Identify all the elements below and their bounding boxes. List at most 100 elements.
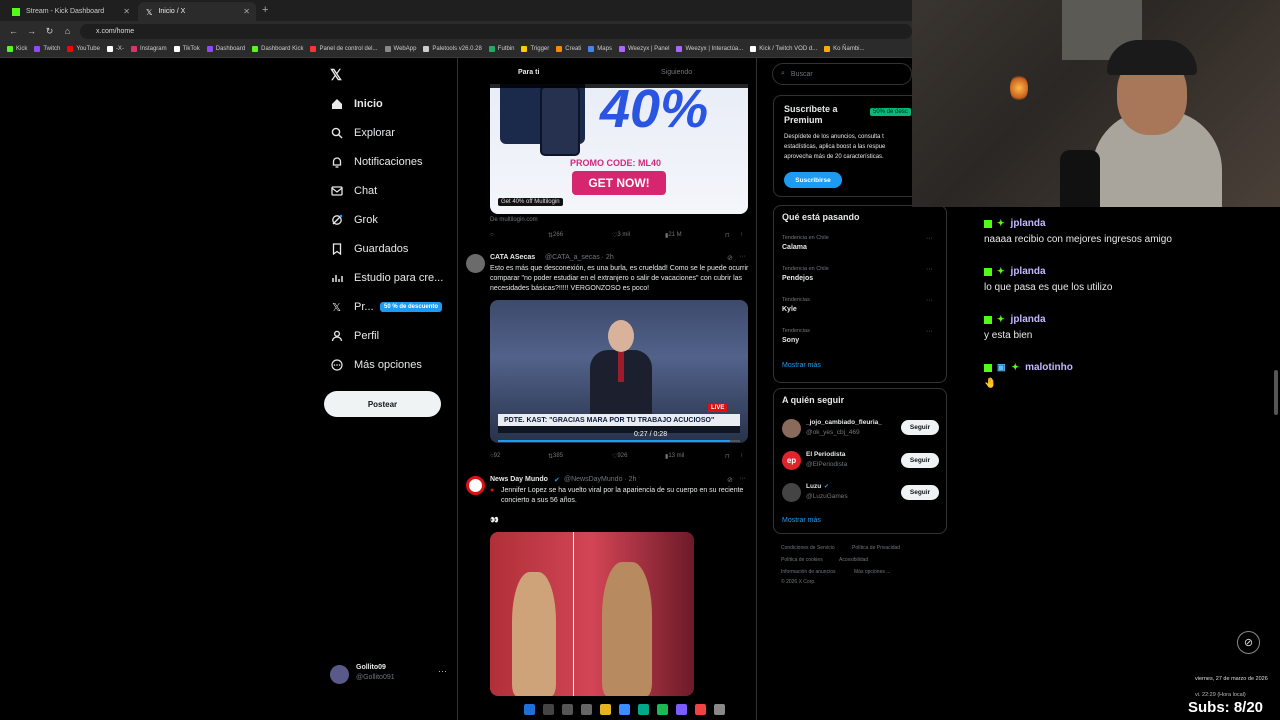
trend-item[interactable]: Calama: [782, 244, 807, 251]
discord-icon[interactable]: [676, 703, 687, 715]
footer-link[interactable]: Condiciones de Servicio: [781, 545, 835, 551]
close-icon[interactable]: ✕: [243, 7, 250, 16]
app-icon[interactable]: [695, 703, 706, 715]
el-periodista-logo-icon[interactable]: ep: [782, 451, 801, 470]
sidebar-item-explorar[interactable]: Explorar: [330, 122, 395, 144]
back-icon[interactable]: ←: [9, 26, 18, 36]
bookmark-item[interactable]: WebApp: [384, 46, 416, 52]
chat-username[interactable]: ✦ jplanda: [984, 266, 1046, 277]
app-icon[interactable]: [619, 703, 630, 715]
home-icon[interactable]: ⌂: [63, 26, 72, 36]
sidebar-item-inicio[interactable]: Inicio: [330, 93, 383, 115]
follow-button[interactable]: Seguir: [901, 420, 939, 435]
bookmark-item[interactable]: Dashboard Kick: [252, 46, 303, 52]
tweet-video[interactable]: LIVE PDTE. KAST: "GRACIAS MARA POR TU TR…: [490, 300, 748, 443]
bookmark-item[interactable]: YouTube: [67, 46, 100, 52]
chat-scrollbar[interactable]: [1274, 370, 1278, 415]
footer-link[interactable]: Política de cookies: [781, 557, 823, 563]
post-button[interactable]: Postear: [324, 391, 441, 417]
settings-icon[interactable]: [562, 703, 573, 715]
url-input[interactable]: x.com/home: [80, 24, 912, 39]
follow-name[interactable]: Luzu: [806, 483, 821, 490]
like-count[interactable]: ♡ 926: [612, 453, 627, 460]
bookmark-icon[interactable]: ⊓: [725, 453, 730, 460]
chat-username[interactable]: ✦ jplanda: [984, 218, 1046, 229]
shield-icon[interactable]: [581, 703, 592, 715]
bookmark-item[interactable]: Maps: [588, 46, 612, 52]
trend-item[interactable]: Kyle: [782, 306, 797, 313]
ad-cta-button[interactable]: GET NOW!: [572, 171, 666, 195]
search-input[interactable]: ⌕ Buscar: [772, 63, 912, 85]
bookmark-item[interactable]: Paletools v26.0.28: [423, 46, 482, 52]
views-count[interactable]: ▮ 21 M: [665, 232, 682, 239]
follow-name[interactable]: El Periodista: [806, 451, 845, 458]
windows-start-icon[interactable]: [524, 703, 535, 715]
bookmark-item[interactable]: Ko Ñambi...: [824, 46, 865, 52]
bookmark-item[interactable]: Trigger: [521, 46, 549, 52]
account-switcher[interactable]: Gollito09 @Gollito091 ···: [330, 662, 450, 686]
folder-icon[interactable]: [600, 703, 611, 715]
like-count[interactable]: ♡ 3 mil: [612, 232, 630, 239]
new-tab-icon[interactable]: +: [262, 4, 268, 16]
subscribe-button[interactable]: Suscribirse: [784, 172, 842, 188]
spotify-icon[interactable]: [657, 703, 668, 715]
bookmark-item[interactable]: TikTok: [173, 46, 200, 52]
x-logo-icon[interactable]: 𝕏: [330, 66, 342, 84]
search-icon[interactable]: [543, 703, 554, 715]
sidebar-item-notificaciones[interactable]: Notificaciones: [330, 151, 422, 173]
retweet-count[interactable]: ⇅ 266: [548, 232, 563, 239]
tab-para-ti[interactable]: Para ti: [518, 69, 539, 76]
tab-inicio-x[interactable]: 𝕏 Inicio / X ✕: [138, 2, 256, 21]
chat-username[interactable]: ▣ ✦ malotinho: [984, 362, 1073, 373]
app-icon[interactable]: [638, 703, 649, 715]
bookmark-item[interactable]: Weezyx | Panel: [618, 46, 669, 52]
follow-button[interactable]: Seguir: [901, 485, 939, 500]
footer-link[interactable]: Política de Privacidad: [852, 545, 900, 551]
video-progress-bar[interactable]: [498, 440, 740, 442]
follow-button[interactable]: Seguir: [901, 453, 939, 468]
views-count[interactable]: ▮ 13 mil: [665, 453, 684, 460]
ad-image[interactable]: 40% PROMO CODE: ML40 GET NOW! Get 40% of…: [490, 84, 748, 214]
avatar[interactable]: [782, 483, 801, 502]
more-icon[interactable]: ···: [926, 297, 933, 304]
more-icon[interactable]: ···: [438, 666, 447, 676]
bookmark-item[interactable]: Weezyx | Interactúa...: [676, 46, 743, 52]
tweet-author-name[interactable]: CATA ASecas: [490, 254, 535, 261]
avatar[interactable]: [466, 254, 485, 273]
more-icon[interactable]: ···: [739, 253, 746, 260]
bookmark-item[interactable]: Kick: [7, 46, 27, 52]
bookmark-item[interactable]: Instagram: [130, 46, 167, 52]
avatar[interactable]: [782, 419, 801, 438]
tab-kick-dashboard[interactable]: Stream - Kick Dashboard ✕: [4, 2, 136, 21]
sidebar-item-grok[interactable]: Grok: [330, 209, 378, 231]
trend-item[interactable]: Sony: [782, 337, 799, 344]
bookmark-item[interactable]: Dashboard: [206, 46, 245, 52]
bookmark-item[interactable]: Panel de control del...: [310, 46, 378, 52]
bookmark-item[interactable]: Creati: [556, 46, 581, 52]
bookmark-item[interactable]: Twitch: [34, 46, 60, 52]
sidebar-item-perfil[interactable]: Perfil: [330, 325, 379, 347]
forward-icon[interactable]: →: [27, 26, 36, 36]
more-icon[interactable]: ···: [926, 328, 933, 335]
sidebar-item-estudio[interactable]: Estudio para cre...: [330, 267, 443, 289]
show-more-link[interactable]: Mostrar más: [782, 517, 821, 524]
tweet-author-handle[interactable]: @CATA_a_secas · 2h: [545, 254, 614, 261]
reply-icon[interactable]: ○: [490, 232, 494, 238]
avatar[interactable]: [466, 476, 485, 495]
sidebar-item-premium[interactable]: 𝕏 Pr...: [330, 296, 374, 318]
retweet-count[interactable]: ⇅ 385: [548, 453, 563, 460]
reload-icon[interactable]: ↻: [45, 26, 54, 37]
more-icon[interactable]: ···: [926, 266, 933, 273]
sidebar-item-guardados[interactable]: Guardados: [330, 238, 408, 260]
tweet-author-handle[interactable]: @NewsDayMundo · 2h: [564, 476, 636, 483]
sidebar-item-mas-opciones[interactable]: Más opciones: [330, 354, 422, 376]
share-icon[interactable]: ↑: [740, 453, 743, 459]
show-more-link[interactable]: Mostrar más: [782, 362, 821, 369]
reply-count[interactable]: ○ 92: [490, 453, 500, 459]
grok-icon[interactable]: ⊘: [727, 254, 733, 262]
more-icon[interactable]: ···: [739, 475, 746, 482]
bookmark-item[interactable]: Futbin: [488, 46, 514, 52]
sidebar-item-chat[interactable]: Chat: [330, 180, 377, 202]
tweet-author-name[interactable]: News Day Mundo: [490, 476, 548, 483]
grok-icon[interactable]: ⊘: [727, 476, 733, 484]
